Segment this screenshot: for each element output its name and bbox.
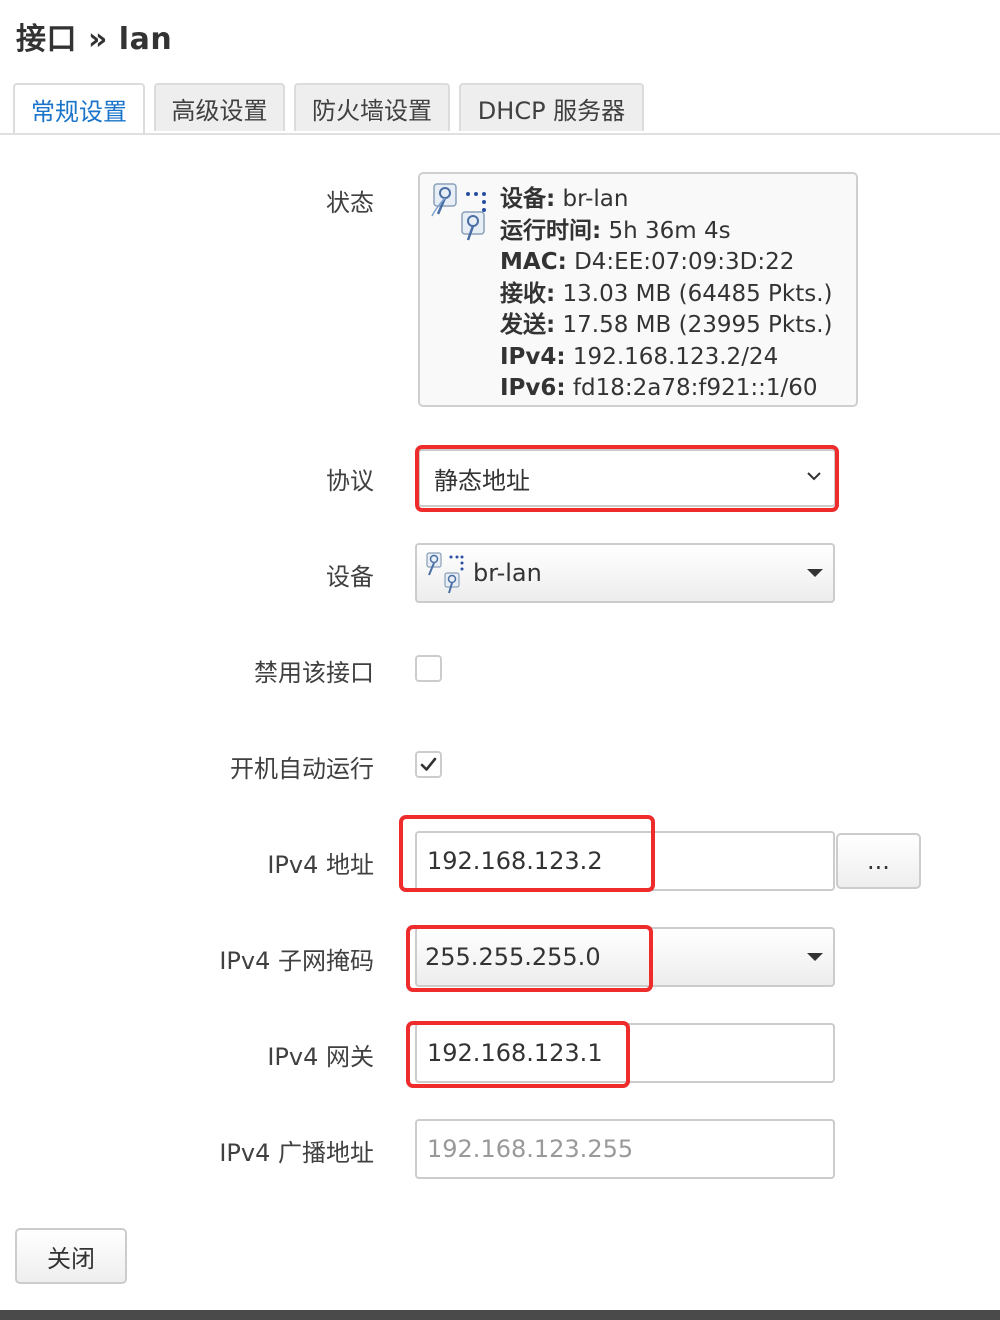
auto-start-label: 开机自动运行 xyxy=(230,755,374,783)
network-bridge-icon xyxy=(426,552,464,594)
footer-bar xyxy=(0,1310,1000,1320)
chevron-down-icon xyxy=(807,472,821,481)
device-select-value: br-lan xyxy=(473,559,542,587)
caret-down-icon xyxy=(807,569,823,577)
network-bridge-icon xyxy=(431,183,486,241)
status-details: 设备: br-lan 运行时间: 5h 36m 4s MAC: D4:EE:07… xyxy=(500,184,833,405)
disable-interface-label: 禁用该接口 xyxy=(254,659,374,687)
device-select[interactable]: br-lan xyxy=(415,543,835,603)
tab-firewall-settings[interactable]: 防火墙设置 xyxy=(294,83,450,131)
ipv4-gateway-input[interactable]: 192.168.123.1 xyxy=(415,1023,835,1083)
protocol-select-value: 静态地址 xyxy=(434,466,530,495)
ipv4-netmask-select[interactable]: 255.255.255.0 xyxy=(415,927,835,987)
status-ipv6-line: IPv6: fd18:2a78:f921::1/60 xyxy=(500,375,818,401)
breadcrumb-section: 接口 xyxy=(16,22,77,57)
close-button[interactable]: 关闭 xyxy=(15,1228,127,1284)
ipv4-address-label: IPv4 地址 xyxy=(267,851,374,879)
status-ipv4-line: IPv4: 192.168.123.2/24 xyxy=(500,343,779,370)
status-mac-line: MAC: D4:EE:07:09:3D:22 xyxy=(500,249,795,275)
ipv4-address-more-button[interactable]: ... xyxy=(836,833,921,889)
ipv4-address-input[interactable]: 192.168.123.2 xyxy=(415,831,835,891)
tab-bar: 常规设置 高级设置 防火墙设置 DHCP 服务器 xyxy=(0,83,1000,135)
tab-advanced-settings[interactable]: 高级设置 xyxy=(154,83,285,131)
status-label: 状态 xyxy=(326,189,374,217)
auto-start-checkbox[interactable] xyxy=(415,751,442,778)
status-uptime-line: 运行时间: 5h 36m 4s xyxy=(500,217,731,244)
disable-interface-checkbox[interactable] xyxy=(415,655,442,682)
status-device-line: 设备: br-lan xyxy=(500,186,629,212)
protocol-label: 协议 xyxy=(326,467,374,495)
caret-down-icon xyxy=(807,953,823,961)
breadcrumb-item: lan xyxy=(118,22,173,57)
interface-edit-page: 接口 » lan 常规设置 高级设置 防火墙设置 DHCP 服务器 状态 设备:… xyxy=(0,0,1000,1320)
page-title: 接口 » lan xyxy=(16,14,172,58)
breadcrumb-separator: » xyxy=(87,22,108,57)
ipv4-broadcast-input[interactable]: 192.168.123.255 xyxy=(415,1119,835,1179)
protocol-select[interactable]: 静态地址 xyxy=(418,449,836,507)
checkmark-icon xyxy=(420,757,437,771)
ipv4-netmask-label: IPv4 子网掩码 xyxy=(219,947,374,975)
status-panel: 设备: br-lan 运行时间: 5h 36m 4s MAC: D4:EE:07… xyxy=(418,172,858,407)
status-tx-line: 发送: 17.58 MB (23995 Pkts.) xyxy=(500,312,833,338)
ipv4-broadcast-label: IPv4 广播地址 xyxy=(219,1139,374,1167)
ipv4-netmask-value: 255.255.255.0 xyxy=(425,943,601,971)
status-rx-line: 接收: 13.03 MB (64485 Pkts.) xyxy=(500,280,833,307)
tab-general-settings[interactable]: 常规设置 xyxy=(13,83,145,133)
tab-dhcp-server[interactable]: DHCP 服务器 xyxy=(459,83,644,131)
ipv4-gateway-label: IPv4 网关 xyxy=(267,1043,374,1071)
device-label: 设备 xyxy=(326,563,374,591)
